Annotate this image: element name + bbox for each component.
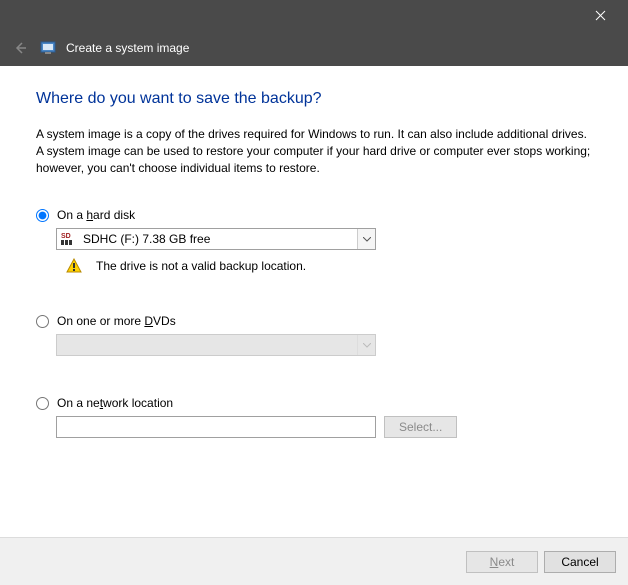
option-dvd[interactable]: On one or more DVDs <box>36 314 592 328</box>
radio-hard-disk[interactable] <box>36 209 49 222</box>
warning-row: The drive is not a valid backup location… <box>66 258 592 274</box>
back-icon <box>10 38 30 58</box>
radio-network[interactable] <box>36 397 49 410</box>
warning-icon <box>66 258 82 274</box>
next-button: Next <box>466 551 538 573</box>
header: Create a system image <box>0 30 628 66</box>
radio-dvd[interactable] <box>36 315 49 328</box>
svg-text:SD: SD <box>61 233 71 240</box>
drive-select[interactable]: SD SDHC (F:) 7.38 GB free <box>56 228 376 250</box>
close-icon[interactable] <box>580 0 620 30</box>
chevron-down-icon <box>357 335 375 355</box>
page-description: A system image is a copy of the drives r… <box>36 126 592 176</box>
content: Where do you want to save the backup? A … <box>0 66 628 537</box>
network-path-input[interactable] <box>56 416 376 438</box>
radio-network-label: On a network location <box>57 396 173 410</box>
sd-card-icon: SD <box>61 231 77 247</box>
window-title: Create a system image <box>66 41 189 55</box>
app-icon <box>40 40 56 56</box>
option-network[interactable]: On a network location <box>36 396 592 410</box>
select-network-button: Select... <box>384 416 457 438</box>
footer: Next Cancel <box>0 537 628 585</box>
warning-text: The drive is not a valid backup location… <box>96 259 306 273</box>
option-hard-disk[interactable]: On a hard disk <box>36 208 592 222</box>
radio-hard-disk-label: On a hard disk <box>57 208 135 222</box>
cancel-button[interactable]: Cancel <box>544 551 616 573</box>
drive-select-value: SDHC (F:) 7.38 GB free <box>83 232 210 246</box>
titlebar <box>0 0 628 30</box>
dvd-select <box>56 334 376 356</box>
chevron-down-icon[interactable] <box>357 229 375 249</box>
radio-dvd-label: On one or more DVDs <box>57 314 176 328</box>
page-heading: Where do you want to save the backup? <box>36 90 592 108</box>
